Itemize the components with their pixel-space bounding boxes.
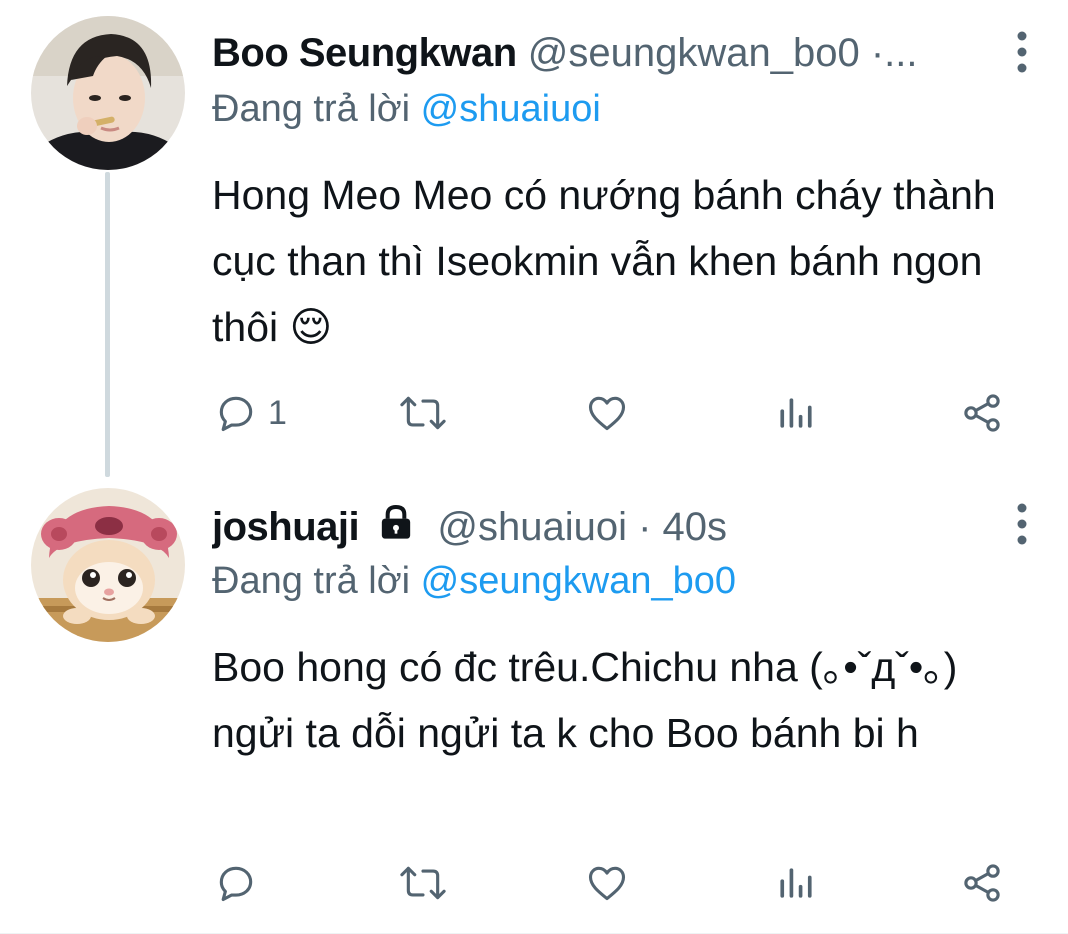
views-button[interactable] (774, 388, 818, 438)
avatar[interactable] (31, 488, 185, 642)
like-icon (588, 396, 626, 431)
reply-icon (219, 866, 253, 902)
retweet-icon (400, 396, 446, 430)
views-icon (780, 398, 812, 428)
retweet-button[interactable] (398, 388, 448, 438)
replying-label: Đang trả lời (212, 560, 411, 602)
retweet-button[interactable] (398, 858, 448, 908)
tweet-text: Boo hong có đc trêu.Chichu nha (｡•ˇдˇ•｡)… (212, 644, 958, 756)
replying-to: Đang trả lời @seungkwan_bo0 (212, 557, 736, 605)
display-name[interactable]: joshuaji (212, 505, 360, 549)
reply-count: 1 (268, 393, 287, 432)
replying-mention-link[interactable]: @shuaiuoi (421, 88, 601, 130)
share-icon (964, 394, 1000, 432)
avatar-portrait-image (31, 16, 185, 170)
like-icon (588, 866, 626, 901)
action-bar (0, 858, 1068, 908)
display-name[interactable]: Boo Seungkwan (212, 31, 517, 75)
handle-and-time[interactable]: @seungkwan_bo0 ·... (528, 31, 918, 75)
replying-mention-link[interactable]: @seungkwan_bo0 (421, 560, 736, 602)
tweet-text: Hong Meo Meo có nướng bánh cháy thành cụ… (212, 172, 996, 350)
reply-icon (219, 396, 253, 432)
more-icon[interactable] (1012, 30, 1032, 74)
retweet-icon (400, 866, 446, 900)
share-button[interactable] (960, 388, 1004, 438)
share-button[interactable] (960, 858, 1004, 908)
tweet[interactable]: joshuaji @shuaiuoi · 40s Đang trả lời @s… (0, 470, 1068, 934)
more-icon[interactable] (1012, 502, 1032, 546)
reply-button[interactable] (214, 858, 268, 908)
views-icon (780, 868, 812, 898)
replying-to: Đang trả lời @shuaiuoi (212, 85, 601, 133)
action-bar: 1 (0, 388, 1068, 438)
tweet-header: Boo Seungkwan @seungkwan_bo0 ·... (212, 28, 988, 78)
views-button[interactable] (774, 858, 818, 908)
like-button[interactable] (584, 858, 630, 908)
avatar[interactable] (31, 16, 185, 170)
avatar-cat-image (31, 488, 185, 642)
lock-icon (376, 502, 416, 552)
tweet-header: joshuaji @shuaiuoi · 40s (212, 502, 988, 552)
replying-label: Đang trả lời (212, 88, 411, 130)
tweet[interactable]: Boo Seungkwan @seungkwan_bo0 ·... Đang t… (0, 0, 1068, 470)
handle-and-time[interactable]: @shuaiuoi · 40s (437, 505, 727, 549)
reply-button[interactable]: 1 (214, 388, 287, 438)
share-icon (964, 864, 1000, 902)
like-button[interactable] (584, 388, 630, 438)
